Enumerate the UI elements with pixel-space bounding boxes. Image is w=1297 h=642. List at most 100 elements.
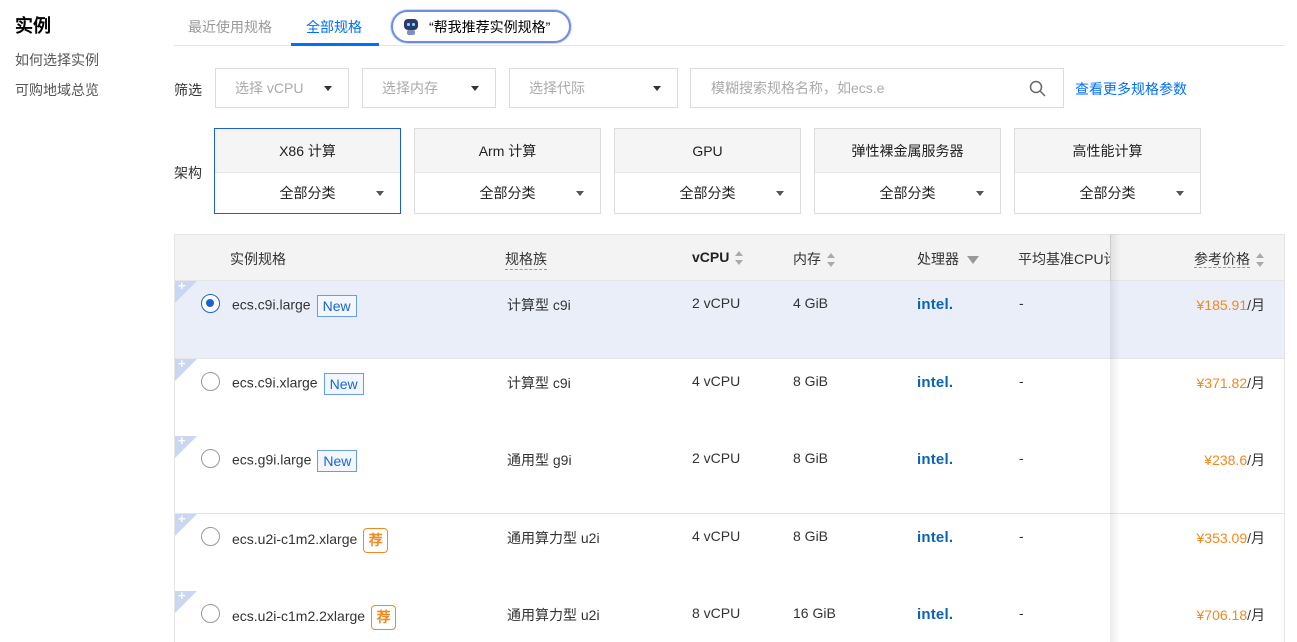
vcpu-select[interactable]: 选择 vCPU bbox=[215, 68, 349, 108]
memory-select-placeholder: 选择内存 bbox=[382, 80, 438, 96]
arch-name: GPU bbox=[615, 129, 800, 173]
arch-category-select[interactable]: 全部分类 bbox=[415, 173, 600, 213]
price-value: ¥238.6/月 bbox=[1204, 450, 1265, 470]
baseline-value: - bbox=[1019, 372, 1024, 389]
price-amount: ¥353.09 bbox=[1196, 529, 1248, 546]
price-amount: ¥238.6 bbox=[1204, 452, 1248, 468]
search-placeholder: 模糊搜索规格名称，如ecs.e bbox=[711, 80, 885, 96]
spec-search-input[interactable]: 模糊搜索规格名称，如ecs.e bbox=[690, 68, 1064, 108]
intel-logo-icon: intel. bbox=[917, 451, 954, 468]
ai-recommend-button[interactable]: “帮我推荐实例规格” bbox=[391, 10, 571, 43]
spec-name: ecs.g9i.large New bbox=[232, 450, 358, 472]
arch-card-x86[interactable]: X86 计算 全部分类 bbox=[214, 128, 401, 214]
chevron-down-icon bbox=[324, 86, 332, 91]
filter-funnel-icon[interactable] bbox=[967, 256, 979, 265]
spec-name: ecs.u2i-c1m2.xlarge 荐 bbox=[232, 527, 389, 553]
price-value: ¥371.82/月 bbox=[1197, 373, 1266, 393]
architecture-label: 架构 bbox=[174, 165, 202, 181]
link-region-overview[interactable]: 可购地域总览 bbox=[15, 80, 99, 100]
price-amount: ¥371.82 bbox=[1196, 374, 1248, 391]
price-amount: ¥706.18 bbox=[1196, 607, 1248, 623]
baseline-value: - bbox=[1019, 527, 1024, 544]
price-amount: ¥185.91 bbox=[1196, 297, 1248, 313]
spec-name: ecs.u2i-c1m2.2xlarge 荐 bbox=[232, 605, 397, 630]
arch-category-label: 全部分类 bbox=[879, 185, 936, 201]
sort-icon[interactable] bbox=[735, 251, 744, 266]
select-radio[interactable] bbox=[201, 604, 220, 623]
plus-icon: + bbox=[178, 433, 186, 448]
arch-category-select[interactable]: 全部分类 bbox=[815, 173, 1000, 213]
spec-name-text: ecs.g9i.large bbox=[232, 451, 312, 468]
arch-category-label: 全部分类 bbox=[679, 185, 736, 201]
spec-name: ecs.c9i.xlarge New bbox=[232, 372, 364, 395]
col-memory-label: 内存 bbox=[793, 251, 821, 267]
new-badge: New bbox=[323, 372, 364, 395]
intel-logo-icon: intel. bbox=[917, 606, 954, 623]
col-vcpu-label: vCPU bbox=[692, 249, 730, 265]
chevron-down-icon bbox=[1176, 191, 1184, 196]
spec-family: 计算型 c9i bbox=[507, 297, 571, 313]
arch-name: 高性能计算 bbox=[1015, 129, 1200, 173]
spec-name: ecs.c9i.large New bbox=[232, 295, 357, 317]
arch-category-label: 全部分类 bbox=[279, 185, 336, 201]
col-memory[interactable]: 内存 bbox=[793, 249, 835, 269]
robot-icon bbox=[403, 18, 419, 35]
search-icon[interactable] bbox=[1029, 80, 1046, 97]
plus-icon: + bbox=[178, 588, 186, 603]
arch-category-select[interactable]: 全部分类 bbox=[215, 173, 400, 213]
select-radio[interactable] bbox=[201, 371, 220, 391]
arch-category-label: 全部分类 bbox=[1079, 185, 1136, 201]
price-unit: /月 bbox=[1247, 529, 1265, 546]
active-tab-indicator bbox=[291, 43, 379, 46]
more-spec-params-link[interactable]: 查看更多规格参数 bbox=[1075, 79, 1187, 99]
vcpu-value: 2 vCPU bbox=[692, 295, 741, 311]
memory-value: 16 GiB bbox=[793, 605, 836, 621]
select-radio[interactable] bbox=[201, 449, 220, 468]
link-how-to-choose[interactable]: 如何选择实例 bbox=[15, 50, 99, 70]
chevron-down-icon bbox=[776, 191, 784, 196]
price-unit: /月 bbox=[1247, 297, 1265, 313]
intel-logo-icon: intel. bbox=[917, 296, 954, 313]
arch-category-select[interactable]: 全部分类 bbox=[615, 173, 800, 213]
generation-select[interactable]: 选择代际 bbox=[509, 68, 678, 108]
price-value: ¥185.91/月 bbox=[1197, 295, 1266, 315]
new-badge: New bbox=[317, 450, 358, 472]
vcpu-value: 4 vCPU bbox=[692, 527, 741, 544]
arch-card-bare-metal[interactable]: 弹性裸金属服务器 全部分类 bbox=[814, 128, 1001, 214]
vcpu-value: 2 vCPU bbox=[692, 450, 741, 466]
chevron-down-icon bbox=[376, 191, 384, 196]
col-processor[interactable]: 处理器 bbox=[917, 249, 979, 269]
col-price[interactable]: 参考价格 bbox=[1194, 249, 1264, 269]
baseline-value: - bbox=[1019, 605, 1024, 621]
spec-family: 通用型 g9i bbox=[507, 452, 572, 468]
recommend-badge: 荐 bbox=[363, 527, 389, 553]
col-family[interactable]: 规格族 bbox=[505, 249, 547, 270]
price-unit: /月 bbox=[1247, 607, 1265, 623]
col-spec: 实例规格 bbox=[230, 251, 286, 267]
sort-icon[interactable] bbox=[827, 253, 835, 268]
arch-category-label: 全部分类 bbox=[479, 185, 536, 201]
page-title: 实例 bbox=[15, 16, 51, 36]
chevron-down-icon bbox=[576, 191, 584, 196]
spec-name-text: ecs.u2i-c1m2.xlarge bbox=[232, 530, 358, 547]
memory-select[interactable]: 选择内存 bbox=[362, 68, 496, 108]
arch-card-hpc[interactable]: 高性能计算 全部分类 bbox=[1014, 128, 1201, 214]
vcpu-value: 4 vCPU bbox=[692, 372, 741, 389]
memory-value: 8 GiB bbox=[793, 372, 829, 389]
arch-category-select[interactable]: 全部分类 bbox=[1015, 173, 1200, 213]
arch-name: Arm 计算 bbox=[415, 129, 600, 173]
arch-name: 弹性裸金属服务器 bbox=[815, 129, 1000, 173]
tab-all-specs[interactable]: 全部规格 bbox=[306, 17, 362, 37]
tab-recent-specs[interactable]: 最近使用规格 bbox=[188, 17, 272, 37]
select-radio[interactable] bbox=[201, 294, 220, 313]
col-processor-label: 处理器 bbox=[917, 251, 959, 267]
intel-logo-icon: intel. bbox=[917, 528, 954, 546]
arch-card-arm[interactable]: Arm 计算 全部分类 bbox=[414, 128, 601, 214]
col-vcpu[interactable]: vCPU bbox=[692, 249, 744, 266]
memory-value: 4 GiB bbox=[793, 295, 829, 311]
spec-family: 通用算力型 u2i bbox=[507, 529, 600, 546]
select-radio[interactable] bbox=[201, 526, 220, 546]
arch-card-gpu[interactable]: GPU 全部分类 bbox=[614, 128, 801, 214]
sort-icon[interactable] bbox=[1256, 253, 1264, 268]
spec-name-text: ecs.u2i-c1m2.2xlarge bbox=[232, 608, 366, 625]
